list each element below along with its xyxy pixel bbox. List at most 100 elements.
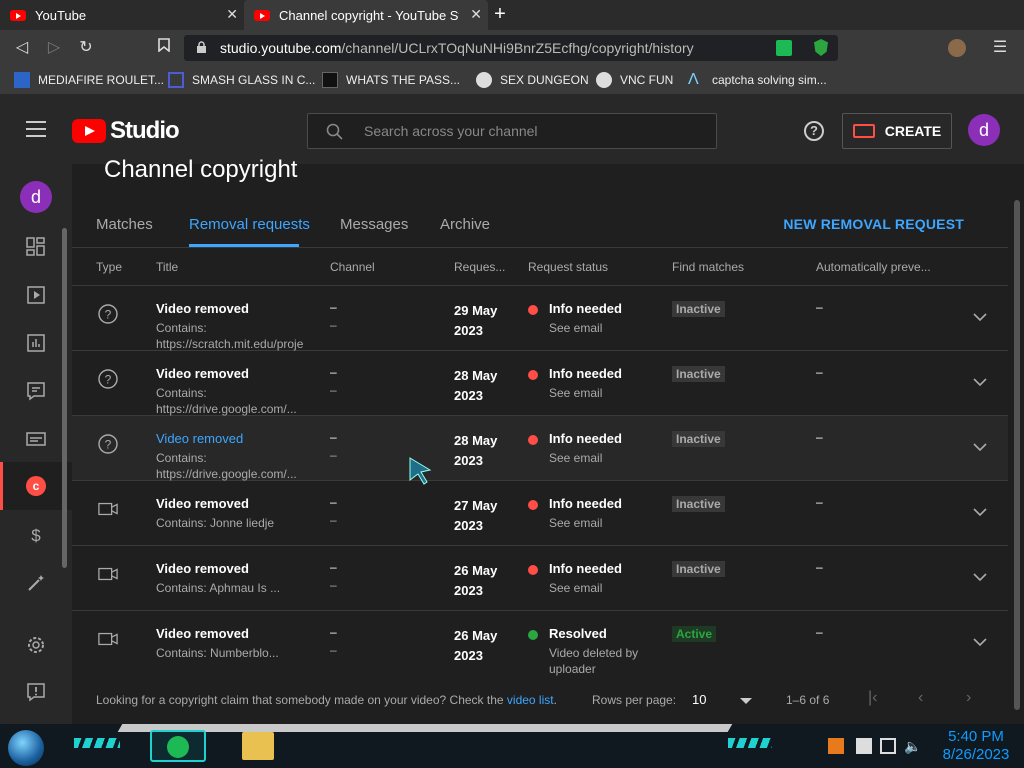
search-input[interactable]: Search across your channel xyxy=(307,113,717,149)
settings-gear-icon[interactable] xyxy=(26,635,46,655)
chevron-down-icon[interactable] xyxy=(972,312,988,322)
clock-time: 5:40 PM xyxy=(948,728,1004,745)
table-row[interactable]: Video removed Contains: Numberblo... – –… xyxy=(72,611,1008,676)
monetization-icon[interactable]: $ xyxy=(26,525,46,545)
tray-app-icon[interactable] xyxy=(828,738,844,754)
row-channel: – xyxy=(330,365,337,379)
bookmark-item[interactable]: VNC FUN xyxy=(596,71,673,89)
help-icon[interactable]: ? xyxy=(804,121,824,141)
tab-archive[interactable]: Archive xyxy=(440,216,490,233)
reload-icon[interactable]: ↻ xyxy=(76,38,96,58)
row-contains: Contains: https://scratch.mit.edu/proje xyxy=(156,321,304,351)
account-avatar[interactable]: d xyxy=(968,114,1000,146)
chevron-down-icon[interactable] xyxy=(972,442,988,452)
bookmark-item[interactable]: WHATS THE PASS... xyxy=(322,71,460,89)
main-scrollbar[interactable] xyxy=(1014,200,1020,710)
video-camera-icon xyxy=(98,502,118,516)
row-contains: Contains: Aphmau Is ... xyxy=(156,581,281,595)
status-dot-icon xyxy=(528,565,538,575)
profile-avatar-icon[interactable] xyxy=(948,39,966,57)
status-dot-icon xyxy=(528,305,538,315)
browser-tab-youtube[interactable]: YouTube ✕ xyxy=(0,0,244,30)
row-title-link[interactable]: Video removed xyxy=(156,431,243,446)
row-channel-sub: – xyxy=(330,643,337,657)
browser-tab-channel-copyright[interactable]: Channel copyright - YouTube Stud ✕ xyxy=(244,0,488,30)
previous-page-icon[interactable]: ‹ xyxy=(918,690,934,706)
customization-wand-icon[interactable] xyxy=(26,573,46,593)
system-clock[interactable]: 5:40 PM 8/26/2023 xyxy=(936,728,1016,764)
row-status-sub: Video deleted by uploader xyxy=(549,646,639,676)
volume-icon[interactable]: 🔈 xyxy=(904,738,921,754)
tab-matches[interactable]: Matches xyxy=(96,216,153,233)
find-matches-badge: Inactive xyxy=(672,366,725,382)
content-icon[interactable] xyxy=(26,285,46,305)
new-tab-button[interactable]: + xyxy=(490,4,510,25)
close-tab-icon[interactable]: ✕ xyxy=(226,6,238,23)
comments-icon[interactable] xyxy=(26,381,46,401)
file-explorer-icon[interactable] xyxy=(242,732,274,760)
row-channel: – xyxy=(330,300,337,314)
youtube-favicon-icon xyxy=(254,9,270,21)
subtitles-icon[interactable] xyxy=(26,429,46,449)
row-date: 28 May 2023 xyxy=(454,433,498,468)
status-dot-icon xyxy=(528,435,538,445)
tab-messages[interactable]: Messages xyxy=(340,216,408,233)
youtube-logo-icon xyxy=(72,119,106,143)
column-header-request-status: Request status xyxy=(528,260,609,274)
question-icon: ? xyxy=(98,434,118,454)
table-row[interactable]: ? Video removed Contains: https://drive.… xyxy=(72,416,1008,485)
bookmark-item[interactable]: SMASH GLASS IN C... xyxy=(168,71,315,89)
next-page-icon[interactable]: › xyxy=(966,690,982,706)
create-button[interactable]: CREATE xyxy=(842,113,952,149)
row-channel-sub: – xyxy=(330,383,337,397)
column-header-type: Type xyxy=(96,260,123,274)
hamburger-menu-icon[interactable] xyxy=(26,121,46,137)
url-host: studio.youtube.com xyxy=(220,40,342,56)
create-video-icon xyxy=(852,124,875,138)
chevron-down-icon[interactable] xyxy=(972,507,988,517)
close-tab-icon[interactable]: ✕ xyxy=(470,6,482,23)
analytics-icon[interactable] xyxy=(26,333,46,353)
table-row[interactable]: Video removed Contains: Aphmau Is ... – … xyxy=(72,546,1008,611)
forward-icon[interactable]: ▷ xyxy=(44,38,64,58)
row-auto-prevent: – xyxy=(816,560,823,574)
svg-text:$: $ xyxy=(31,526,41,545)
column-header-request-date[interactable]: Reques... xyxy=(454,260,505,274)
row-date: 26 May 2023 xyxy=(454,563,498,598)
table-row[interactable]: ? Video removed Contains: https://scratc… xyxy=(72,286,1008,351)
dropdown-arrow-icon[interactable] xyxy=(740,698,752,704)
bookmark-icon[interactable] xyxy=(154,38,174,58)
shield-extension-icon[interactable] xyxy=(814,39,828,56)
extension-icon[interactable] xyxy=(776,40,792,56)
taskbar-app-spotify[interactable] xyxy=(150,730,206,762)
tray-flag-icon[interactable] xyxy=(856,738,872,754)
status-dot-icon xyxy=(528,630,538,640)
first-page-icon[interactable]: |‹ xyxy=(868,690,884,706)
back-icon[interactable]: ◁ xyxy=(12,38,32,58)
network-icon[interactable] xyxy=(880,738,896,754)
chevron-down-icon[interactable] xyxy=(972,637,988,647)
row-status: Resolved xyxy=(549,626,607,641)
row-status-sub: See email xyxy=(549,386,603,400)
bookmark-item[interactable]: Λcaptcha solving sim... xyxy=(688,71,827,89)
rows-per-page-label: Rows per page: xyxy=(592,693,677,707)
dashboard-icon[interactable] xyxy=(26,237,46,257)
table-row[interactable]: ? Video removed Contains: https://drive.… xyxy=(72,351,1008,416)
row-status: Info needed xyxy=(549,561,622,576)
feedback-icon[interactable] xyxy=(26,682,46,702)
new-removal-request-button[interactable]: NEW REMOVAL REQUEST xyxy=(783,216,964,232)
video-list-link[interactable]: video list xyxy=(507,693,554,707)
address-bar[interactable]: studio.youtube.com/channel/UCLrxTOqNuNHi… xyxy=(184,35,838,61)
chevron-down-icon[interactable] xyxy=(972,377,988,387)
table-row[interactable]: Video removed Contains: Jonne liedje – –… xyxy=(72,481,1008,546)
bookmark-item[interactable]: SEX DUNGEON xyxy=(476,71,589,89)
menu-icon[interactable]: ☰ xyxy=(990,38,1010,58)
tab-removal-requests[interactable]: Removal requests xyxy=(189,216,310,233)
chevron-down-icon[interactable] xyxy=(972,572,988,582)
sidebar-scrollbar[interactable] xyxy=(62,228,67,568)
studio-logo[interactable]: Studio xyxy=(72,117,180,145)
bookmark-item[interactable]: MEDIAFIRE ROULET... xyxy=(14,71,164,89)
rows-per-page-select[interactable]: 10 xyxy=(692,692,706,707)
start-button-icon[interactable] xyxy=(8,730,44,766)
channel-avatar[interactable]: d xyxy=(20,181,52,213)
